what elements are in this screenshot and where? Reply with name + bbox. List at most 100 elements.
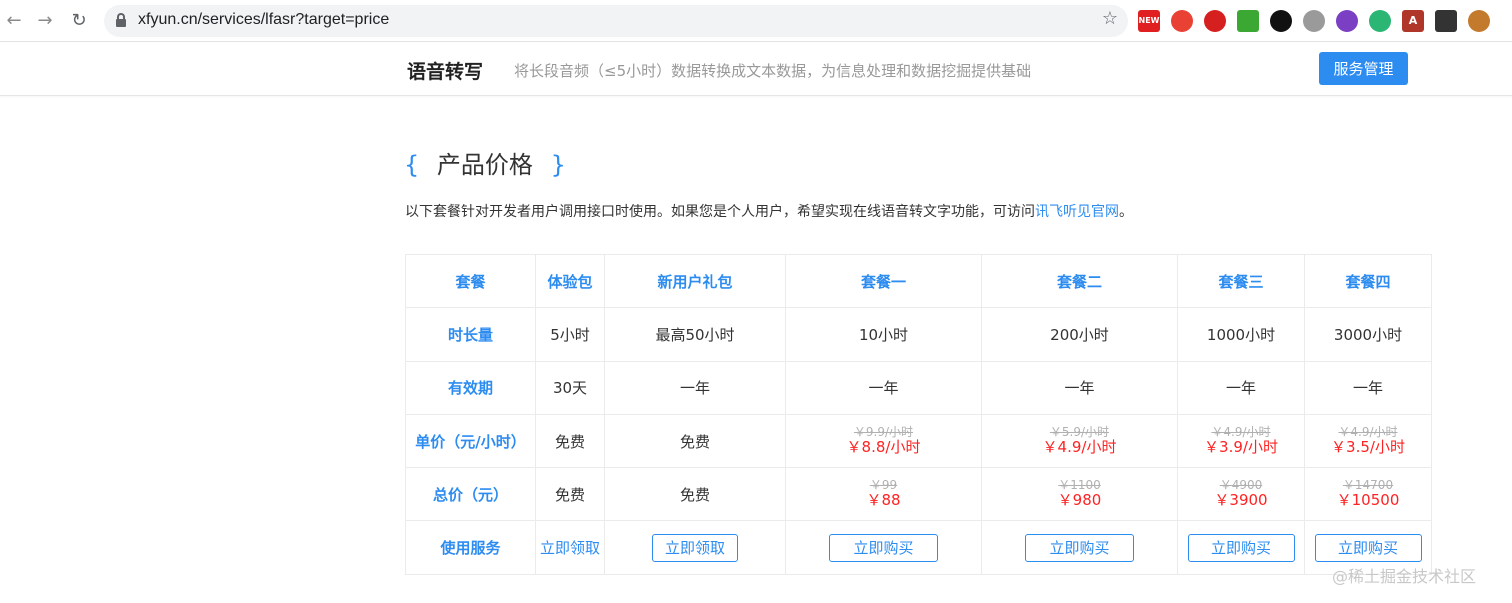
- row-label: 使用服务: [405, 520, 536, 575]
- row-label: 单价（元/小时）: [405, 413, 536, 469]
- table-cell: 一年: [1304, 360, 1432, 415]
- address-bar[interactable]: xfyun.cn/services/lfasr?target=price ☆: [104, 5, 1128, 37]
- forward-arrow-icon[interactable]: →: [33, 9, 57, 33]
- service-management-button[interactable]: 服务管理: [1319, 52, 1408, 85]
- original-price: ￥9.9/小时: [853, 425, 914, 440]
- free-price: 免费: [604, 413, 786, 469]
- table-cell: 1000小时: [1177, 307, 1305, 362]
- buy-plan-4-button[interactable]: 立即购买: [1314, 533, 1422, 562]
- table-cell: 3000小时: [1304, 307, 1432, 362]
- table-row-service: 使用服务 立即领取 立即领取 立即购买 立即购买 立即购买 立即购买: [405, 520, 1432, 575]
- url-text[interactable]: xfyun.cn/services/lfasr?target=price: [138, 11, 389, 29]
- xunfei-tingjian-link[interactable]: 讯飞听见官网: [1035, 204, 1119, 220]
- header-cell: 套餐: [405, 253, 536, 309]
- original-price: ￥4900: [1219, 478, 1263, 493]
- free-price: 免费: [535, 413, 605, 469]
- table-cell: 立即领取: [604, 520, 786, 575]
- discount-price: ￥3.5/小时: [1331, 438, 1405, 457]
- table-cell: 立即领取: [535, 520, 605, 575]
- claim-gift-button[interactable]: 立即领取: [652, 533, 738, 562]
- table-cell: 立即购买: [1177, 520, 1305, 575]
- table-cell: 一年: [785, 360, 982, 415]
- reload-icon[interactable]: ↻: [67, 9, 91, 33]
- table-row-validity: 有效期 30天 一年 一年 一年 一年 一年: [405, 360, 1432, 415]
- pin-extension-icon[interactable]: [1171, 10, 1193, 32]
- header-cell: 套餐三: [1177, 253, 1305, 309]
- discount-price: ￥10500: [1336, 491, 1400, 510]
- row-label: 时长量: [405, 307, 536, 362]
- discount-price: ￥980: [1057, 491, 1102, 510]
- circle-extension-icon[interactable]: [1336, 10, 1358, 32]
- intro-body: 以下套餐针对开发者用户调用接口时使用。如果您是个人用户，希望实现在线语音转文字功…: [405, 204, 1035, 220]
- original-price: ￥1100: [1058, 478, 1101, 493]
- key-extension-icon[interactable]: [1270, 10, 1292, 32]
- header-cell: 体验包: [535, 253, 605, 309]
- original-price: ￥5.9/小时: [1049, 425, 1110, 440]
- intro-end: 。: [1119, 204, 1133, 220]
- claim-trial-link[interactable]: 立即领取: [540, 537, 600, 558]
- intro-text: 以下套餐针对开发者用户调用接口时使用。如果您是个人用户，希望实现在线语音转文字功…: [405, 201, 1133, 221]
- app-header: 语音转写 将长段音频（≤5小时）数据转换成文本数据，为信息处理和数据挖掘提供基础…: [0, 42, 1512, 96]
- free-price: 免费: [535, 467, 605, 522]
- row-label: 总价（元）: [405, 467, 536, 522]
- green-eye-extension-icon[interactable]: [1237, 10, 1259, 32]
- table-cell: ￥99 ￥88: [785, 467, 982, 522]
- discount-price: ￥88: [866, 491, 901, 510]
- speaker-extension-icon[interactable]: [1204, 10, 1226, 32]
- table-cell: ￥4900 ￥3900: [1177, 467, 1305, 522]
- header-cell: 套餐二: [981, 253, 1178, 309]
- header-cell: 套餐四: [1304, 253, 1432, 309]
- section-title: { 产品价格 }: [404, 145, 566, 180]
- discount-price: ￥3.9/小时: [1204, 438, 1278, 457]
- table-cell: 一年: [604, 360, 786, 415]
- table-cell: 一年: [1177, 360, 1305, 415]
- qr-extension-icon[interactable]: [1435, 10, 1457, 32]
- extension-icons: NEW A: [1138, 10, 1501, 32]
- discount-price: ￥3900: [1214, 491, 1268, 510]
- lock-icon[interactable]: [116, 13, 126, 27]
- original-price: ￥99: [869, 478, 898, 493]
- header-cell: 套餐一: [785, 253, 982, 309]
- original-price: ￥14700: [1342, 478, 1394, 493]
- table-cell: ￥14700 ￥10500: [1304, 467, 1432, 522]
- swirl-extension-icon[interactable]: [1369, 10, 1391, 32]
- v-extension-icon[interactable]: [1303, 10, 1325, 32]
- page-subtitle: 将长段音频（≤5小时）数据转换成文本数据，为信息处理和数据挖掘提供基础: [514, 62, 1032, 80]
- table-cell: ￥5.9/小时 ￥4.9/小时: [981, 413, 1178, 469]
- table-cell: ￥9.9/小时 ￥8.8/小时: [785, 413, 982, 469]
- price-table: 套餐 体验包 新用户礼包 套餐一 套餐二 套餐三 套餐四 时长量 5小时 最高5…: [405, 253, 1432, 575]
- original-price: ￥4.9/小时: [1338, 425, 1398, 440]
- table-cell: 立即购买: [785, 520, 982, 575]
- bookmark-star-icon[interactable]: ☆: [1102, 8, 1118, 29]
- table-cell: ￥4.9/小时 ￥3.5/小时: [1304, 413, 1432, 469]
- header-cell: 新用户礼包: [604, 253, 786, 309]
- table-cell: 立即购买: [981, 520, 1178, 575]
- discount-price: ￥8.8/小时: [846, 438, 921, 457]
- original-price: ￥4.9/小时: [1211, 425, 1271, 440]
- buy-plan-1-button[interactable]: 立即购买: [829, 533, 938, 562]
- table-cell: 200小时: [981, 307, 1178, 362]
- table-row-unit-price: 单价（元/小时） 免费 免费 ￥9.9/小时 ￥8.8/小时 ￥5.9/小时 ￥4.…: [405, 413, 1432, 469]
- watermark: @稀土掘金技术社区: [1332, 567, 1477, 586]
- table-cell: 一年: [981, 360, 1178, 415]
- brace-close: }: [550, 151, 566, 179]
- buy-plan-3-button[interactable]: 立即购买: [1187, 533, 1295, 562]
- discount-price: ￥4.9/小时: [1042, 438, 1117, 457]
- table-cell: ￥1100 ￥980: [981, 467, 1178, 522]
- page-title: 语音转写: [407, 61, 484, 83]
- table-cell: 最高50小时: [604, 307, 786, 362]
- table-row-total-price: 总价（元） 免费 免费 ￥99 ￥88 ￥1100 ￥980 ￥4900 ￥3900 …: [405, 467, 1432, 522]
- owl-extension-icon[interactable]: [1468, 10, 1490, 32]
- table-cell: 10小时: [785, 307, 982, 362]
- table-cell: 5小时: [535, 307, 605, 362]
- row-label: 有效期: [405, 360, 536, 415]
- table-row-header: 套餐 体验包 新用户礼包 套餐一 套餐二 套餐三 套餐四: [405, 253, 1432, 309]
- section-title-text: 产品价格: [436, 151, 533, 179]
- buy-plan-2-button[interactable]: 立即购买: [1025, 533, 1134, 562]
- back-arrow-icon[interactable]: ←: [2, 9, 26, 33]
- table-cell: ￥4.9/小时 ￥3.9/小时: [1177, 413, 1305, 469]
- table-row-duration: 时长量 5小时 最高50小时 10小时 200小时 1000小时 3000小时: [405, 307, 1432, 362]
- brace-open: {: [404, 151, 420, 179]
- new-badge-extension-icon[interactable]: NEW: [1138, 10, 1160, 32]
- a-extension-icon[interactable]: A: [1402, 10, 1424, 32]
